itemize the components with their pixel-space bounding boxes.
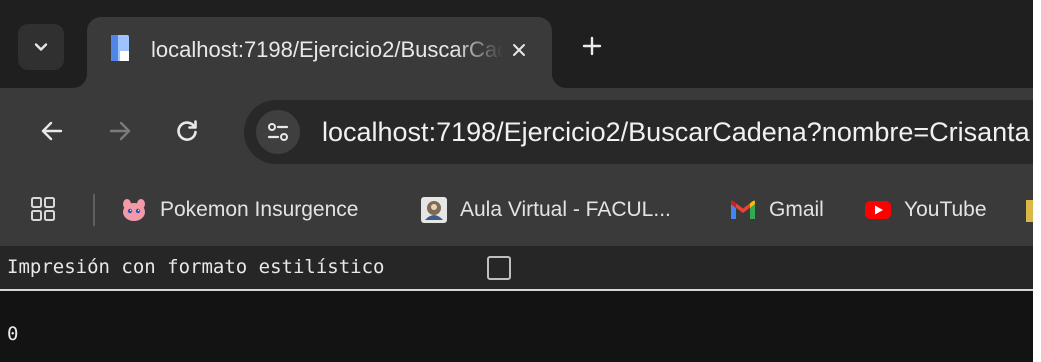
tab-title: localhost:7198/Ejercicio2/BuscarCadena?n… bbox=[151, 37, 503, 62]
tune-icon bbox=[267, 123, 289, 141]
reload-icon bbox=[177, 120, 197, 141]
bookmark-label: Gmail bbox=[769, 198, 824, 221]
gmail-icon bbox=[731, 200, 755, 219]
reload-button[interactable] bbox=[167, 111, 207, 151]
bookmark-label: YouTube bbox=[904, 198, 987, 221]
forward-button[interactable] bbox=[100, 111, 140, 151]
active-tab[interactable]: localhost:7198/Ejercicio2/BuscarCadena?n… bbox=[87, 17, 552, 88]
tab-close-button[interactable] bbox=[505, 36, 533, 64]
url-text[interactable]: localhost:7198/Ejercicio2/BuscarCadena?n… bbox=[322, 114, 1030, 150]
site-info-button[interactable] bbox=[256, 110, 300, 154]
tab-strip: localhost:7198/Ejercicio2/BuscarCadena?n… bbox=[0, 0, 1033, 88]
bookmark-aula-virtual[interactable]: Aula Virtual - FACUL... bbox=[420, 190, 671, 230]
tab-search-button[interactable] bbox=[18, 24, 64, 70]
address-bar[interactable]: localhost:7198/Ejercicio2/BuscarCadena?n… bbox=[244, 100, 1033, 164]
pokemon-icon bbox=[123, 199, 145, 221]
bookmark-label: Pokemon Insurgence bbox=[160, 198, 359, 221]
arrow-right-icon bbox=[109, 121, 131, 141]
bookmarks-bar: Pokemon Insurgence Aula Virtual - FACUL.… bbox=[0, 174, 1033, 246]
apps-grid-icon[interactable] bbox=[30, 196, 56, 222]
bookmark-folder-icon[interactable] bbox=[1026, 200, 1033, 222]
pretty-print-checkbox[interactable] bbox=[487, 256, 511, 280]
document-page-icon bbox=[111, 35, 129, 61]
new-tab-button[interactable] bbox=[573, 27, 611, 65]
close-icon bbox=[513, 44, 525, 56]
pretty-print-label: Impresión con formato estilístico bbox=[7, 256, 385, 278]
plus-icon bbox=[582, 36, 602, 56]
navigation-toolbar: localhost:7198/Ejercicio2/BuscarCadena?n… bbox=[0, 88, 1033, 174]
chevron-down-icon bbox=[34, 43, 48, 51]
window-edge bbox=[1033, 0, 1041, 362]
arrow-left-icon bbox=[41, 121, 63, 141]
back-button[interactable] bbox=[32, 111, 72, 151]
bookmark-pokemon-insurgence[interactable]: Pokemon Insurgence bbox=[120, 190, 358, 230]
response-body-text: 0 bbox=[7, 323, 19, 345]
aula-virtual-icon bbox=[421, 197, 447, 223]
bookmark-label: Aula Virtual - FACUL... bbox=[460, 198, 671, 221]
bookmark-gmail[interactable]: Gmail bbox=[729, 190, 824, 230]
bookmarks-divider bbox=[93, 194, 95, 226]
pretty-print-bar: Impresión con formato estilístico bbox=[0, 246, 1033, 291]
bookmark-youtube[interactable]: YouTube bbox=[864, 190, 987, 230]
youtube-icon bbox=[865, 201, 891, 219]
browser-window: localhost:7198/Ejercicio2/BuscarCadena?n… bbox=[0, 0, 1033, 362]
page-content: 0 bbox=[0, 291, 1033, 362]
